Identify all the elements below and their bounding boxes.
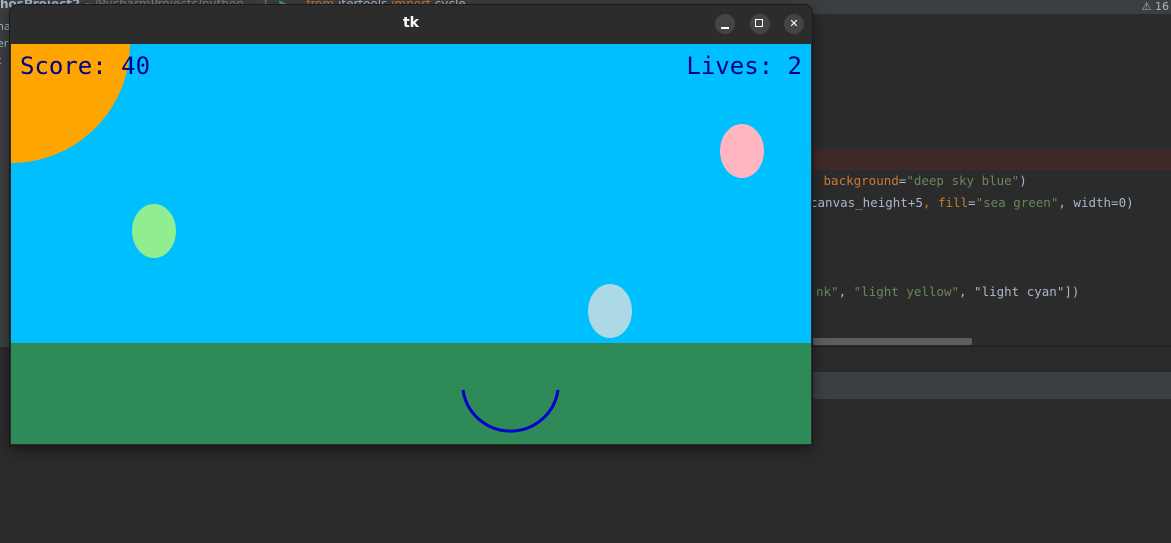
game-scene xyxy=(11,44,811,444)
window-title: tk xyxy=(402,15,419,31)
maximize-icon xyxy=(755,19,763,27)
run-panel-header xyxy=(812,372,1171,399)
window-titlebar[interactable]: tk ✕ xyxy=(10,5,812,44)
error-highlight-line xyxy=(812,149,1171,170)
minimize-icon xyxy=(721,27,729,29)
score-label: Score: 40 xyxy=(20,52,151,80)
tk-window: tk ✕ Score: 40 Lives: 2 xyxy=(10,5,812,445)
lives-label: Lives: 2 xyxy=(686,52,802,80)
code-line: nk", "light yellow", "light cyan"]) xyxy=(816,284,1080,299)
project-label[interactable]: er xyxy=(0,35,10,52)
code-line: background="deep sky blue") xyxy=(823,173,1027,188)
warnings-indicator[interactable]: ⚠ 16 xyxy=(1142,0,1169,13)
horizontal-scrollbar[interactable] xyxy=(812,338,972,345)
grass xyxy=(11,343,811,444)
maximize-button[interactable] xyxy=(750,14,770,34)
project-label[interactable]: t xyxy=(0,52,10,69)
game-canvas[interactable]: Score: 40 Lives: 2 xyxy=(11,44,811,444)
close-icon: ✕ xyxy=(789,17,799,30)
egg-green xyxy=(132,204,176,258)
code-line: canvas_height+5, fill="sea green", width… xyxy=(810,195,1134,210)
project-label[interactable]: ha xyxy=(0,18,11,35)
close-button[interactable]: ✕ xyxy=(784,14,804,34)
panel-divider xyxy=(812,346,1171,347)
egg-light-blue xyxy=(588,284,632,338)
minimize-button[interactable] xyxy=(715,14,735,34)
egg-pink xyxy=(720,124,764,178)
